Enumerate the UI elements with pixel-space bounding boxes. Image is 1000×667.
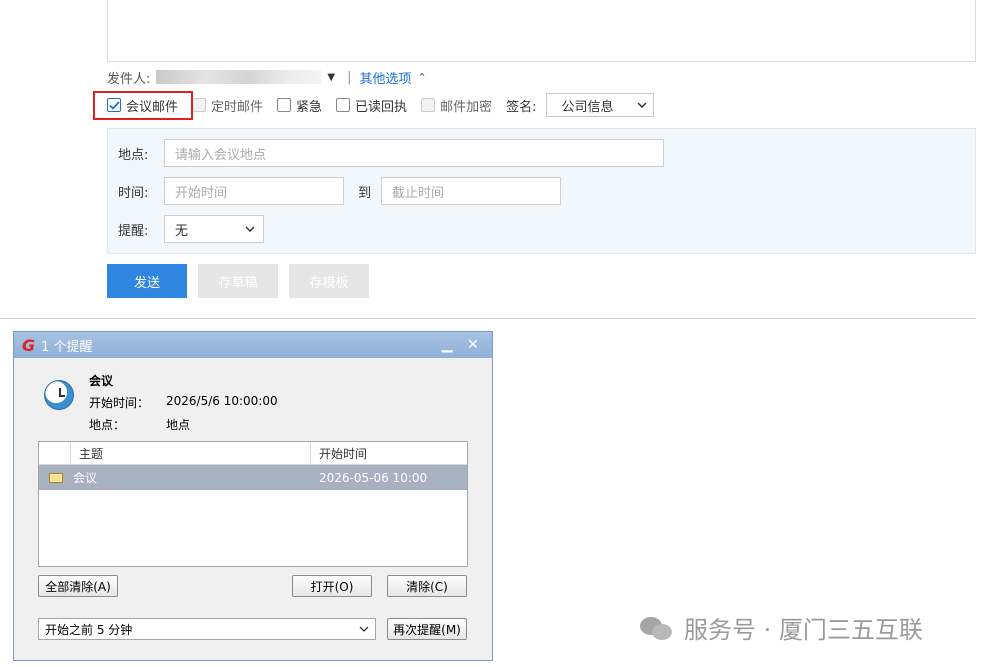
urgent-option[interactable]: 紧急 [277, 96, 322, 115]
end-time-placeholder: 截止时间 [392, 185, 445, 201]
remind-select[interactable]: 无 [164, 215, 264, 243]
start-column-header[interactable]: 开始时间 [311, 445, 367, 462]
location-label: 地点: [118, 147, 149, 163]
remind-label: 提醒: [118, 223, 149, 239]
send-button[interactable]: 发送 [107, 264, 187, 298]
watermark-text: 服务号 · 厦门三五互联 [684, 616, 923, 644]
time-row: 时间: 开始时间 到 截止时间 [118, 177, 562, 205]
highlight-box [93, 91, 193, 120]
save-template-button[interactable]: 存模板 [289, 264, 369, 298]
start-time-value: 2026/5/6 10:00:00 [166, 394, 278, 408]
action-buttons: 发送 存草稿 存模板 [107, 264, 380, 298]
encrypt-option[interactable]: 邮件加密 [421, 96, 492, 115]
divider-line [0, 318, 976, 319]
to-label: 到 [358, 185, 372, 201]
start-time-placeholder: 开始时间 [175, 185, 228, 201]
scheduled-mail-option[interactable]: 定时邮件 [192, 96, 263, 115]
clock-icon [44, 380, 74, 410]
location-value: 地点 [166, 418, 191, 432]
scheduled-mail-checkbox[interactable] [192, 98, 207, 112]
signature-select[interactable]: 公司信息 [546, 93, 655, 117]
wechat-icon [640, 615, 674, 641]
sender-address-blurred [156, 70, 322, 84]
signature-label: 签名: [506, 99, 537, 115]
row-subject: 会议 [73, 471, 98, 485]
subject-column-header[interactable]: 主题 [71, 442, 311, 464]
reminder-dialog: G 1 个提醒 ▁ ✕ 会议 开始时间： 2026/5/6 10:00:00 地… [13, 331, 493, 661]
divider: | [347, 69, 352, 85]
scheduled-mail-label: 定时邮件 [211, 99, 264, 115]
snooze-button[interactable]: 再次提醒(M) [387, 618, 467, 640]
start-time-label: 开始时间： [89, 396, 150, 410]
remind-row: 提醒: 无 [118, 215, 264, 243]
dialog-title: 1 个提醒 [41, 339, 93, 355]
minimize-icon[interactable]: ▁ [436, 337, 458, 353]
location-input[interactable]: 请输入会议地点 [164, 139, 664, 167]
chevron-down-icon [637, 102, 647, 108]
start-time-input[interactable]: 开始时间 [164, 177, 344, 205]
location-placeholder: 请输入会议地点 [175, 147, 267, 163]
caret-down-icon[interactable]: ▼ [327, 72, 335, 83]
dialog-titlebar[interactable]: G 1 个提醒 ▁ ✕ [14, 332, 492, 358]
open-button[interactable]: 打开(O) [292, 575, 372, 597]
dismiss-button[interactable]: 清除(C) [387, 575, 467, 597]
icon-column-header[interactable] [39, 442, 71, 464]
chevron-up-icon[interactable]: ⌃ [418, 71, 427, 84]
remind-value: 无 [175, 223, 189, 239]
location-label: 地点： [89, 418, 126, 432]
encrypt-label: 邮件加密 [440, 99, 493, 115]
row-start-time: 2026-05-06 10:00 [319, 470, 428, 485]
editor-body[interactable] [107, 0, 976, 62]
chevron-down-icon [245, 226, 255, 232]
snooze-value: 开始之前 5 分钟 [45, 622, 133, 637]
urgent-label: 紧急 [296, 99, 323, 115]
list-header: 主题 开始时间 [39, 442, 467, 465]
reminder-list: 主题 开始时间 会议 2026-05-06 10:00 [38, 441, 468, 567]
end-time-input[interactable]: 截止时间 [381, 177, 562, 205]
chevron-down-icon [359, 626, 369, 632]
more-options-link[interactable]: 其他选项 [359, 68, 411, 87]
read-receipt-label: 已读回执 [355, 99, 408, 115]
save-draft-button[interactable]: 存草稿 [198, 264, 278, 298]
read-receipt-checkbox[interactable] [336, 98, 351, 112]
signature-value: 公司信息 [561, 99, 614, 115]
list-item[interactable]: 会议 2026-05-06 10:00 [39, 465, 467, 490]
time-label: 时间: [118, 185, 149, 201]
watermark: 服务号 · 厦门三五互联 [640, 610, 923, 645]
reminder-subject: 会议 [89, 374, 114, 388]
urgent-checkbox[interactable] [277, 98, 292, 112]
read-receipt-option[interactable]: 已读回执 [336, 96, 407, 115]
sender-label: 发件人: [107, 71, 151, 87]
encrypt-checkbox[interactable] [421, 98, 436, 112]
sender-row: 发件人: ▼ | 其他选项 ⌃ [107, 66, 427, 88]
meeting-panel: 地点: 请输入会议地点 时间: 开始时间 到 截止时间 提醒: 无 [107, 128, 976, 254]
app-logo-icon: G [22, 335, 36, 355]
close-icon[interactable]: ✕ [462, 337, 484, 353]
meeting-reminder-icon [49, 472, 63, 483]
snooze-select[interactable]: 开始之前 5 分钟 [38, 618, 376, 640]
location-row: 地点: 请输入会议地点 [118, 139, 664, 167]
clear-all-button[interactable]: 全部清除(A) [38, 575, 118, 597]
